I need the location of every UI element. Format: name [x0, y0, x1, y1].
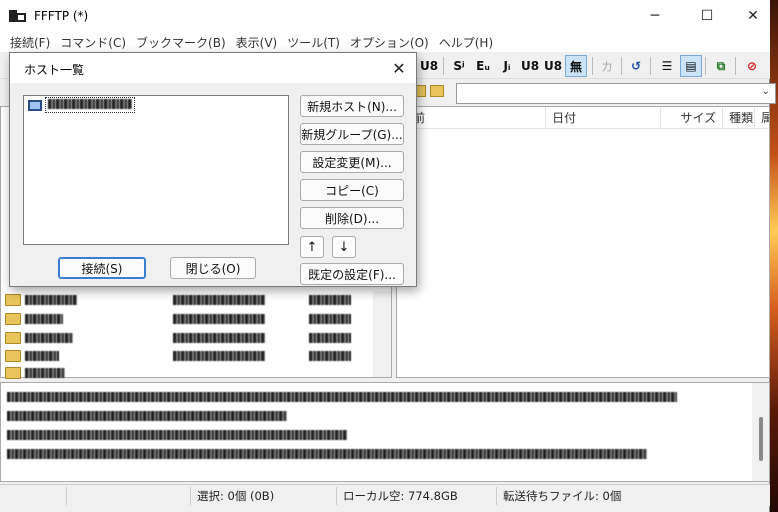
status-bar: 選択: 0個 (0B) ローカル空: 774.8GB 転送待ちファイル: 0個: [0, 484, 770, 506]
new-host-button[interactable]: 新規ホスト(N)...: [300, 95, 404, 117]
maximize-button[interactable]: ☐: [684, 0, 730, 32]
toolbar-separator: [650, 57, 651, 75]
column-type[interactable]: 種類: [723, 107, 756, 129]
host-list-dialog: ホスト一覧 ✕ 新規ホスト(N)... 新規グループ(G)... 設定変更(M)…: [9, 52, 417, 287]
dialog-close-icon[interactable]: ✕: [386, 55, 412, 81]
folder-icon: [5, 294, 21, 306]
menu-view[interactable]: 表示(V): [231, 34, 283, 51]
status-selection: 選択: 0個 (0B): [190, 486, 336, 505]
local-scrollbar[interactable]: [373, 291, 391, 377]
list-item[interactable]: [5, 291, 351, 309]
ffftp-main-window: FFFTP (*) ─ ☐ ✕ 接続(F) コマンド(C) ブックマーク(B) …: [0, 0, 776, 512]
minimize-button[interactable]: ─: [632, 0, 678, 32]
column-size[interactable]: サイズ: [661, 107, 724, 129]
column-name[interactable]: 前: [397, 107, 547, 129]
folder-icon: [5, 367, 21, 379]
log-line: [7, 406, 763, 425]
utf8bom-encoding-button[interactable]: U8: [519, 55, 541, 77]
remote-path-combobox[interactable]: ⌄: [456, 83, 776, 104]
list-item[interactable]: [5, 329, 351, 347]
detail-view-icon[interactable]: ▤: [680, 55, 702, 77]
default-settings-button[interactable]: 既定の設定(F)...: [300, 263, 404, 285]
sync-tree-icon[interactable]: ⧉: [710, 55, 732, 77]
menu-tools[interactable]: ツール(T): [282, 34, 345, 51]
close-button[interactable]: ✕: [730, 0, 776, 32]
connect-button[interactable]: 接続(S): [58, 257, 146, 279]
ffftp-app-icon: [9, 9, 27, 23]
menu-connect[interactable]: 接続(F): [5, 34, 55, 51]
move-up-button[interactable]: ↑: [300, 236, 324, 258]
column-attr[interactable]: 属: [755, 107, 769, 129]
dialog-title: ホスト一覧: [24, 63, 85, 77]
utf8n-encoding-button[interactable]: U8: [418, 55, 440, 77]
edit-settings-button[interactable]: 設定変更(M)...: [300, 151, 404, 173]
remote-open-folder-icon[interactable]: [430, 85, 444, 97]
utf8-encoding-button[interactable]: U8: [542, 55, 564, 77]
toolbar-separator: [621, 57, 622, 75]
toolbar-separator: [592, 57, 593, 75]
dialog-title-bar: ホスト一覧 ✕: [10, 53, 416, 83]
status-queue: 転送待ちファイル: 0個: [496, 486, 696, 505]
toolbar-separator: [705, 57, 706, 75]
list-item[interactable]: [5, 347, 351, 365]
copy-button[interactable]: コピー(C): [300, 179, 404, 201]
log-line: [7, 444, 763, 463]
toolbar-separator: [735, 57, 736, 75]
host-list-item[interactable]: [28, 97, 135, 113]
jis-encoding-button[interactable]: Jᵢ: [496, 55, 518, 77]
folder-icon: [5, 350, 21, 362]
toolbar-separator: [443, 57, 444, 75]
log-scrollbar[interactable]: [752, 383, 769, 481]
host-list[interactable]: [23, 95, 289, 245]
log-scroll-thumb[interactable]: [759, 417, 763, 461]
folder-icon: [5, 313, 21, 325]
list-item[interactable]: [5, 364, 65, 382]
chevron-down-icon[interactable]: ⌄: [762, 86, 770, 97]
log-pane[interactable]: [0, 382, 770, 482]
menu-command[interactable]: コマンド(C): [55, 34, 131, 51]
status-local-free: ローカル空: 774.8GB: [336, 486, 496, 505]
log-line: [7, 425, 763, 444]
menu-bookmark[interactable]: ブックマーク(B): [131, 34, 231, 51]
column-date[interactable]: 日付: [546, 107, 662, 129]
remote-file-list[interactable]: 前 日付 サイズ 種類 属: [396, 106, 770, 378]
log-line: [7, 387, 763, 406]
menu-help[interactable]: ヘルプ(H): [434, 34, 498, 51]
delete-button[interactable]: 削除(D)...: [300, 207, 404, 229]
kana-conversion-button[interactable]: カ: [596, 55, 618, 77]
status-empty: [66, 486, 190, 505]
dialog-close-button[interactable]: 閉じる(O): [170, 257, 256, 279]
computer-icon: [28, 99, 42, 111]
euc-encoding-button[interactable]: Eᵤ: [472, 55, 494, 77]
no-conversion-button[interactable]: 無: [565, 55, 587, 77]
move-down-button[interactable]: ↓: [332, 236, 356, 258]
window-title: FFFTP (*): [34, 9, 89, 23]
refresh-icon[interactable]: ↺: [625, 55, 647, 77]
title-bar: FFFTP (*) ─ ☐ ✕: [0, 0, 770, 32]
host-name-redacted: [45, 97, 135, 113]
menu-bar: 接続(F) コマンド(C) ブックマーク(B) 表示(V) ツール(T) オプシ…: [0, 32, 770, 52]
stop-icon[interactable]: ⊘: [741, 55, 763, 77]
remote-list-header: 前 日付 サイズ 種類 属: [397, 107, 769, 129]
new-group-button[interactable]: 新規グループ(G)...: [300, 123, 404, 145]
sjis-encoding-button[interactable]: Sʲ: [448, 55, 470, 77]
folder-icon: [5, 332, 21, 344]
list-view-icon[interactable]: ☰: [656, 55, 678, 77]
list-item[interactable]: [5, 310, 351, 328]
menu-options[interactable]: オプション(O): [345, 34, 434, 51]
